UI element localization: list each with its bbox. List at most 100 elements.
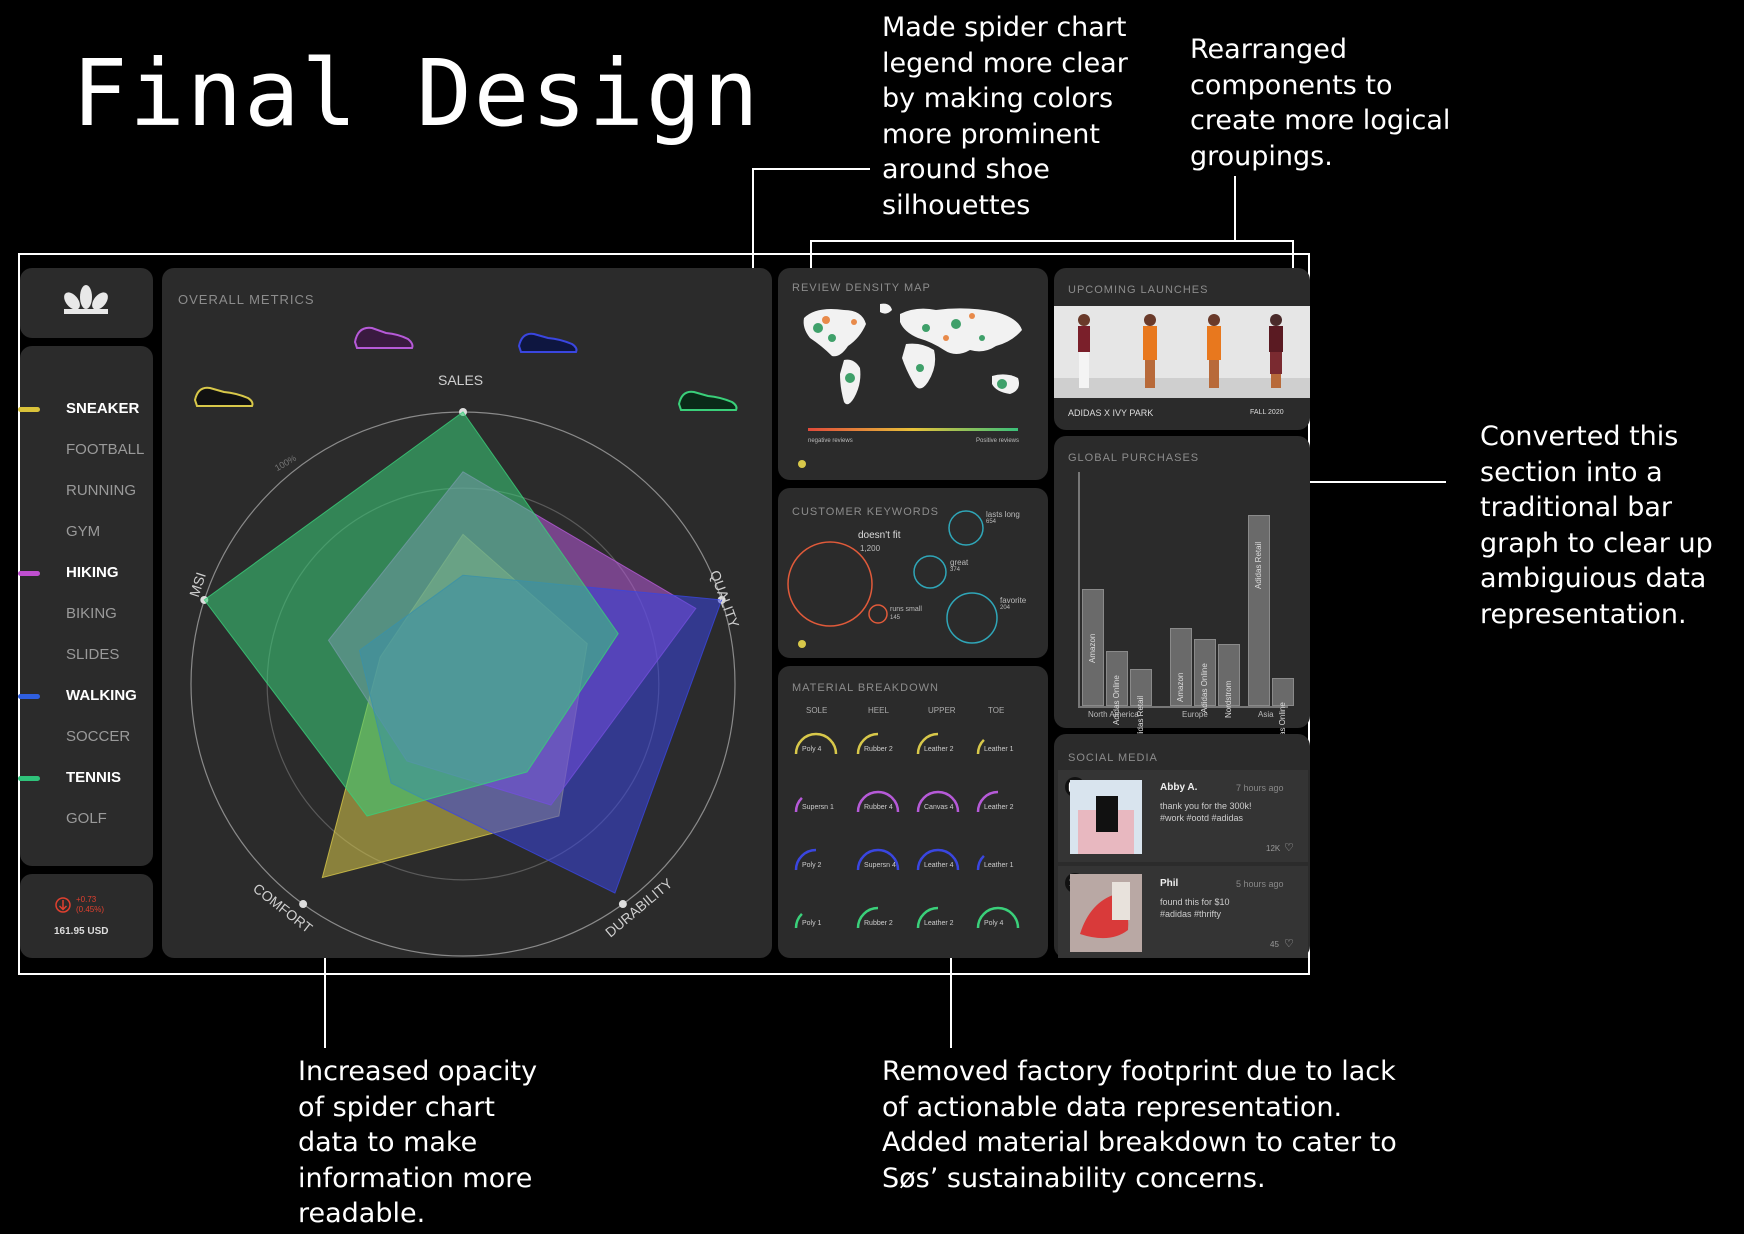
post-text: found this for $10 #adidas #thrifty	[1160, 897, 1230, 919]
material-label: Canvas 4	[924, 804, 954, 811]
sidebar-item-biking[interactable]: BIKING	[66, 605, 117, 622]
post-text: thank you for the 300k! #work #ootd #adi…	[1160, 801, 1252, 823]
launch-photo	[1054, 306, 1310, 398]
material-label: Leather 2	[924, 746, 954, 753]
material-label: Poly 4	[802, 746, 822, 753]
post-image	[1070, 780, 1142, 854]
material-gauge: Poly 4	[974, 900, 1026, 944]
keyword-count: 145	[890, 615, 901, 621]
note-rearranged: Rearranged components to create more log…	[1190, 34, 1451, 172]
material-label: Leather 2	[984, 804, 1014, 811]
upcoming-launches-panel: UPCOMING LAUNCHES ADIDAS X IVY PARK FALL…	[1054, 268, 1310, 430]
sidebar-item-football[interactable]: FOOTBALL	[66, 441, 144, 458]
social-post[interactable]: Phil 5 hours ago found this for $10 #adi…	[1058, 866, 1308, 958]
sidebar-color-marker	[18, 407, 40, 412]
review-density-panel: REVIEW DENSITY MAP negative reviews Posi…	[778, 268, 1048, 480]
legend-negative: negative reviews	[808, 438, 853, 444]
keyword-label: favorite	[1000, 596, 1027, 605]
upcoming-launches-title: UPCOMING LAUNCHES	[1068, 284, 1209, 296]
material-gauge: Rubber 4	[854, 784, 906, 828]
post-time: 5 hours ago	[1236, 879, 1284, 889]
overall-metrics-panel: OVERALL METRICS SALES QUALITY DURABILITY…	[162, 268, 772, 958]
material-gauge: Leather 2	[974, 784, 1026, 828]
material-label: Poly 1	[802, 920, 822, 927]
post-likes: 45	[1270, 940, 1279, 949]
sidebar-item-sneaker[interactable]: SNEAKER	[66, 400, 139, 417]
keyword-label: runs small	[890, 606, 922, 613]
world-map	[803, 303, 1022, 405]
keyword-count: 1,200	[860, 544, 881, 553]
callout-line	[1296, 481, 1446, 483]
bar-chart: Amazon Adidas Online Adidas Retail Amazon Ad…	[1054, 436, 1310, 752]
post-time: 7 hours ago	[1236, 783, 1284, 793]
material-label: Leather 4	[924, 862, 954, 869]
heart-icon[interactable]: ♡	[1284, 841, 1294, 854]
sidebar-color-marker	[18, 776, 40, 781]
heart-icon[interactable]: ♡	[1284, 937, 1294, 950]
sidebar-item-soccer[interactable]: SOCCER	[66, 728, 130, 745]
callout-line	[752, 168, 870, 170]
material-label: Poly 4	[984, 920, 1004, 927]
note-removed: Removed factory footprint due to lack of…	[882, 1056, 1397, 1194]
axis-label-sales: SALES	[438, 372, 484, 388]
material-label: Leather 1	[984, 746, 1014, 753]
keyword-count: 654	[986, 519, 997, 525]
material-label: Supersn 4	[864, 862, 896, 869]
note-opacity: Increased opacity of spider chart data t…	[298, 1056, 538, 1229]
bar-label: Adidas Retail	[1254, 541, 1263, 590]
social-post[interactable]: Abby A. 7 hours ago thank you for the 30…	[1058, 770, 1308, 862]
material-gauge: Rubber 2	[854, 900, 906, 944]
stock-panel: +0.73 (0.45%) 161.95 USD	[20, 874, 153, 958]
sidebar-item-walking[interactable]: WALKING	[66, 687, 137, 704]
sidebar-item-slides[interactable]: SLIDES	[66, 646, 119, 663]
material-label: Supersn 1	[802, 804, 834, 811]
keyword-label: great	[950, 558, 969, 567]
post-user: Phil	[1160, 878, 1179, 889]
material-breakdown-panel: MATERIAL BREAKDOWN SOLE HEEL UPPER TOE Poly …	[778, 666, 1048, 958]
customer-keywords-panel: CUSTOMER KEYWORDS doesn't fit 1,200 last…	[778, 488, 1048, 658]
keyword-count: 374	[950, 567, 961, 573]
material-gauge: Leather 2	[914, 900, 966, 944]
material-gauge: Poly 1	[792, 900, 844, 944]
sidebar-item-tennis[interactable]: TENNIS	[66, 769, 121, 786]
global-purchases-panel: GLOBAL PURCHASES Amazon Adidas Online Adid…	[1054, 436, 1310, 752]
stock-price: 161.95 USD	[54, 926, 109, 937]
note-spider-legend: Made spider chart legend more clear by m…	[882, 12, 1128, 221]
callout-line	[810, 240, 1294, 242]
adidas-trefoil-icon	[64, 285, 108, 314]
note-converted: Converted this section into a traditiona…	[1480, 421, 1713, 630]
keyword-label: doesn't fit	[858, 530, 901, 541]
review-density-title: REVIEW DENSITY MAP	[792, 282, 931, 294]
radar-axis-dot	[299, 900, 308, 909]
material-gauge: Leather 1	[974, 842, 1026, 886]
sidebar-item-hiking[interactable]: HIKING	[66, 564, 119, 581]
sentiment-gradient	[808, 428, 1018, 431]
sidebar-item-golf[interactable]: GOLF	[66, 810, 107, 827]
material-column-header: SOLE	[806, 706, 828, 715]
material-breakdown-title: MATERIAL BREAKDOWN	[792, 682, 939, 694]
launch-caption: ADIDAS X IVY PARK	[1068, 408, 1154, 418]
sneaker-dot	[798, 640, 806, 648]
keyword-label: lasts long	[986, 510, 1020, 519]
stock-down-icon	[55, 897, 71, 913]
post-image	[1070, 874, 1142, 952]
material-gauge: Supersn 1	[792, 784, 844, 828]
stock-percent: (0.45%)	[76, 905, 105, 914]
sneaker-dot	[798, 460, 806, 468]
sidebar-item-running[interactable]: RUNNING	[66, 482, 136, 499]
sidebar-color-marker	[18, 694, 40, 699]
material-column-header: TOE	[988, 706, 1005, 715]
material-gauge: Poly 2	[792, 842, 844, 886]
launch-season: FALL 2020	[1250, 409, 1284, 416]
bar-label: Amazon	[1088, 633, 1097, 663]
material-label: Rubber 2	[864, 920, 893, 927]
material-label: Rubber 2	[864, 746, 893, 753]
material-label: Poly 2	[802, 862, 822, 869]
material-gauge: Supersn 4	[854, 842, 906, 886]
logo-panel	[20, 268, 153, 338]
keyword-count: 204	[1000, 605, 1011, 611]
material-column-header: HEEL	[868, 706, 889, 715]
sidebar-color-marker	[18, 571, 40, 576]
sidebar-item-gym[interactable]: GYM	[66, 523, 100, 540]
social-media-title: SOCIAL MEDIA	[1068, 752, 1158, 764]
